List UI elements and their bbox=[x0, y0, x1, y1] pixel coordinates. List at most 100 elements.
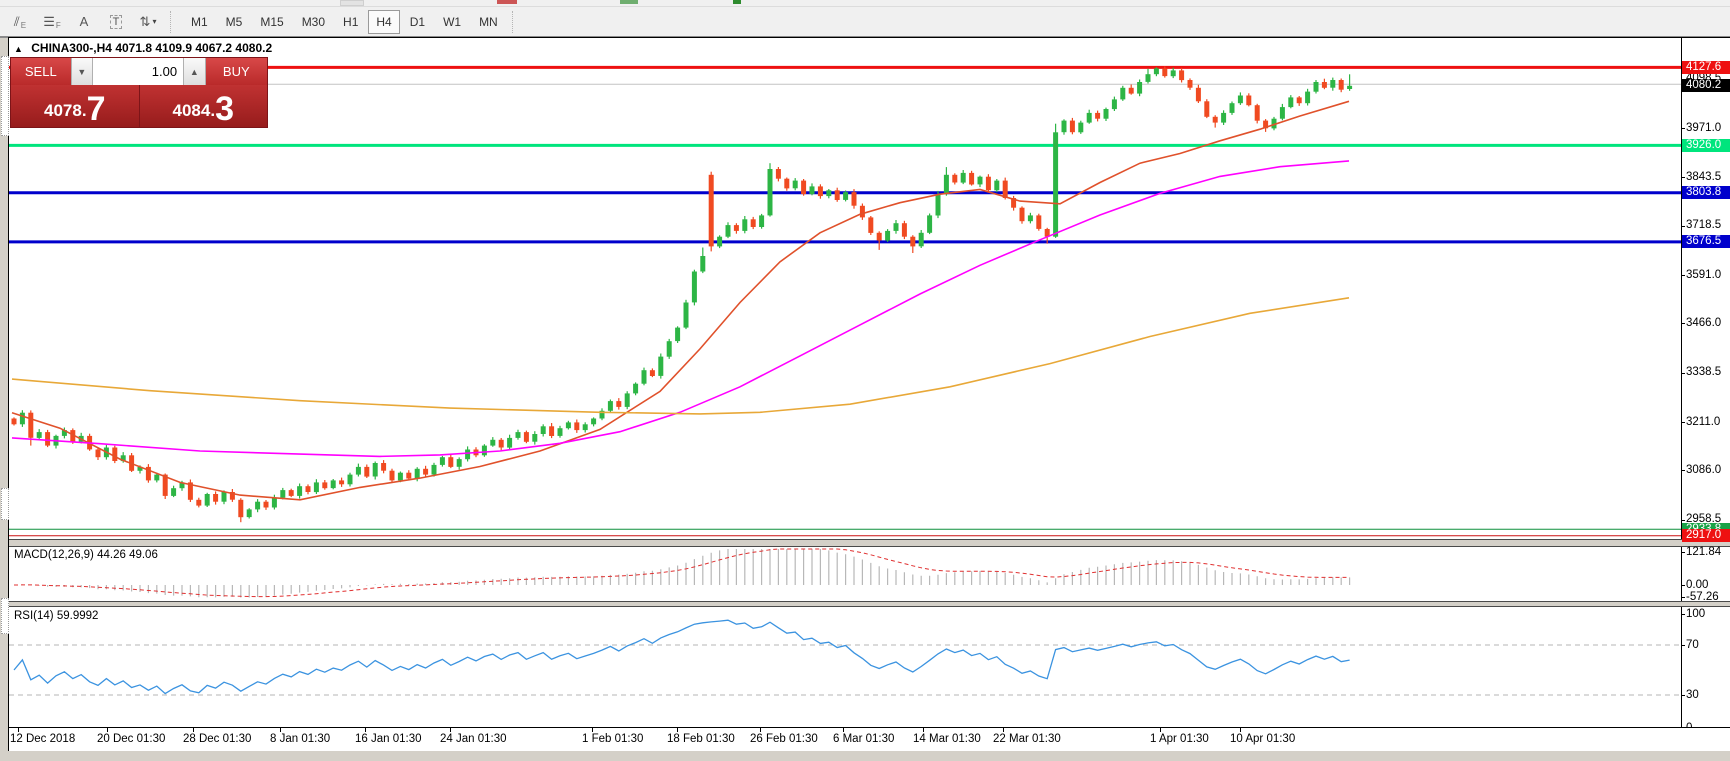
price-tick bbox=[1682, 226, 1685, 227]
clipped-button bbox=[620, 0, 638, 4]
date-tick bbox=[280, 728, 281, 732]
level-price-marker: 3926.0 bbox=[1682, 139, 1730, 152]
left-gutter-handle[interactable] bbox=[1, 56, 9, 136]
toolbar-separator bbox=[512, 11, 519, 33]
draw-channel-tool-icon[interactable]: ⫽E bbox=[6, 9, 34, 34]
sell-price: 4078. bbox=[44, 96, 87, 126]
timeframe-button-mn[interactable]: MN bbox=[471, 10, 506, 34]
price-tick bbox=[1682, 275, 1685, 276]
timeframe-button-m15[interactable]: M15 bbox=[252, 10, 291, 34]
buy-price: 4084. bbox=[173, 96, 216, 126]
date-label: 14 Mar 01:30 bbox=[913, 733, 981, 745]
panel-separator[interactable] bbox=[9, 601, 1730, 607]
price-scale[interactable]: 4098.53971.03843.53718.53591.03466.03338… bbox=[1682, 38, 1730, 750]
clipped-button bbox=[733, 0, 741, 4]
price-chart[interactable] bbox=[9, 38, 1681, 727]
timeframe-button-w1[interactable]: W1 bbox=[435, 10, 469, 34]
date-label: 24 Jan 01:30 bbox=[440, 733, 507, 745]
date-tick bbox=[923, 728, 924, 732]
sell-price-tile[interactable]: 4078.7 bbox=[11, 85, 139, 127]
drawing-tools-group: ⫽E☰FAT⇅▾ bbox=[0, 9, 166, 34]
date-label: 6 Mar 01:30 bbox=[833, 733, 894, 745]
ma-fast bbox=[12, 101, 1349, 500]
left-gutter-handle[interactable] bbox=[1, 598, 9, 634]
buy-button[interactable]: BUY bbox=[206, 58, 267, 85]
price-tick-label: 3211.0 bbox=[1686, 416, 1730, 429]
buy-price-pips: 3 bbox=[215, 92, 234, 126]
macd-tick bbox=[1682, 552, 1685, 553]
date-tick bbox=[193, 728, 194, 732]
panel-separator[interactable] bbox=[9, 539, 1730, 547]
level-price-marker: 3676.5 bbox=[1682, 235, 1730, 248]
volume-increase-button[interactable]: ▲ bbox=[183, 58, 205, 85]
ma-slow bbox=[12, 298, 1349, 414]
collapse-triangle-icon[interactable]: ▲ bbox=[14, 44, 23, 54]
price-tick bbox=[1682, 422, 1685, 423]
price-tick bbox=[1682, 520, 1685, 521]
rsi-tick bbox=[1682, 695, 1685, 696]
macd-tick bbox=[1682, 585, 1685, 586]
timeframe-button-m1[interactable]: M1 bbox=[183, 10, 216, 34]
rsi-tick bbox=[1682, 614, 1685, 615]
price-tick-label: 3591.0 bbox=[1686, 269, 1730, 282]
price-tick-label: 3843.5 bbox=[1686, 171, 1730, 184]
symbol-period: CHINA300-,H4 bbox=[31, 41, 112, 55]
date-tick bbox=[450, 728, 451, 732]
price-tick bbox=[1682, 128, 1685, 129]
price-tick bbox=[1682, 323, 1685, 324]
timeframe-button-h1[interactable]: H1 bbox=[335, 10, 366, 34]
date-tick bbox=[677, 728, 678, 732]
volume-input[interactable] bbox=[93, 58, 183, 85]
price-tick-label: 3971.0 bbox=[1686, 122, 1730, 135]
macd-signal-line bbox=[14, 549, 1350, 597]
fibonacci-tool-icon[interactable]: ☰F bbox=[38, 9, 66, 34]
time-axis[interactable]: 12 Dec 201820 Dec 01:3028 Dec 01:308 Jan… bbox=[9, 727, 1730, 751]
status-strip bbox=[0, 751, 1730, 761]
timeframe-button-d1[interactable]: D1 bbox=[402, 10, 433, 34]
timeframe-button-h4[interactable]: H4 bbox=[368, 10, 399, 34]
rsi-scale-label: 70 bbox=[1686, 639, 1730, 652]
price-tick-label: 3086.0 bbox=[1686, 464, 1730, 477]
chart-title: ▲ CHINA300-,H4 4071.8 4109.9 4067.2 4080… bbox=[14, 41, 272, 55]
date-tick bbox=[18, 728, 19, 732]
text-box-tool-icon[interactable]: T bbox=[102, 9, 130, 34]
rsi-label: RSI(14) 59.9992 bbox=[14, 610, 98, 622]
left-gutter-handle[interactable] bbox=[1, 488, 9, 520]
timeframe-button-m5[interactable]: M5 bbox=[218, 10, 251, 34]
date-label: 18 Feb 01:30 bbox=[667, 733, 735, 745]
date-label: 12 Dec 2018 bbox=[10, 733, 75, 745]
date-label: 1 Feb 01:30 bbox=[582, 733, 643, 745]
price-tick bbox=[1682, 373, 1685, 374]
price-tick-label: 3466.0 bbox=[1686, 317, 1730, 330]
timeframe-group: M1M5M15M30H1H4D1W1MN bbox=[183, 10, 508, 34]
text-label-tool-icon[interactable]: A bbox=[70, 9, 98, 34]
date-label: 10 Apr 01:30 bbox=[1230, 733, 1295, 745]
date-tick bbox=[1160, 728, 1161, 732]
macd-values: 44.26 49.06 bbox=[97, 549, 158, 561]
toolbar: ⫽E☰FAT⇅▾ M1M5M15M30H1H4D1W1MN bbox=[0, 7, 1730, 38]
clipped-button bbox=[340, 0, 364, 6]
clipped-toolbar-row bbox=[0, 0, 1730, 7]
arrow-objects-tool-icon[interactable]: ⇅▾ bbox=[134, 9, 162, 34]
macd-scale-label: -57.26 bbox=[1686, 591, 1730, 604]
level-price-marker: 3803.8 bbox=[1682, 186, 1730, 199]
date-label: 26 Feb 01:30 bbox=[750, 733, 818, 745]
date-tick bbox=[843, 728, 844, 732]
date-tick bbox=[365, 728, 366, 732]
price-tick-label: 3718.5 bbox=[1686, 219, 1730, 232]
date-label: 1 Apr 01:30 bbox=[1150, 733, 1209, 745]
sell-button[interactable]: SELL bbox=[11, 58, 71, 85]
date-label: 22 Mar 01:30 bbox=[993, 733, 1061, 745]
clipped-button bbox=[497, 0, 517, 4]
buy-price-tile[interactable]: 4084.3 bbox=[140, 85, 268, 127]
date-label: 20 Dec 01:30 bbox=[97, 733, 165, 745]
date-tick bbox=[1003, 728, 1004, 732]
price-tick-label: 3338.5 bbox=[1686, 366, 1730, 379]
current-price-marker: 4080.2 bbox=[1682, 79, 1730, 92]
date-label: 16 Jan 01:30 bbox=[355, 733, 422, 745]
timeframe-button-m30[interactable]: M30 bbox=[294, 10, 333, 34]
volume-decrease-button[interactable]: ▼ bbox=[71, 58, 93, 85]
rsi-line bbox=[14, 620, 1350, 693]
macd-label: MACD(12,26,9) 44.26 49.06 bbox=[14, 549, 158, 561]
date-label: 8 Jan 01:30 bbox=[270, 733, 330, 745]
